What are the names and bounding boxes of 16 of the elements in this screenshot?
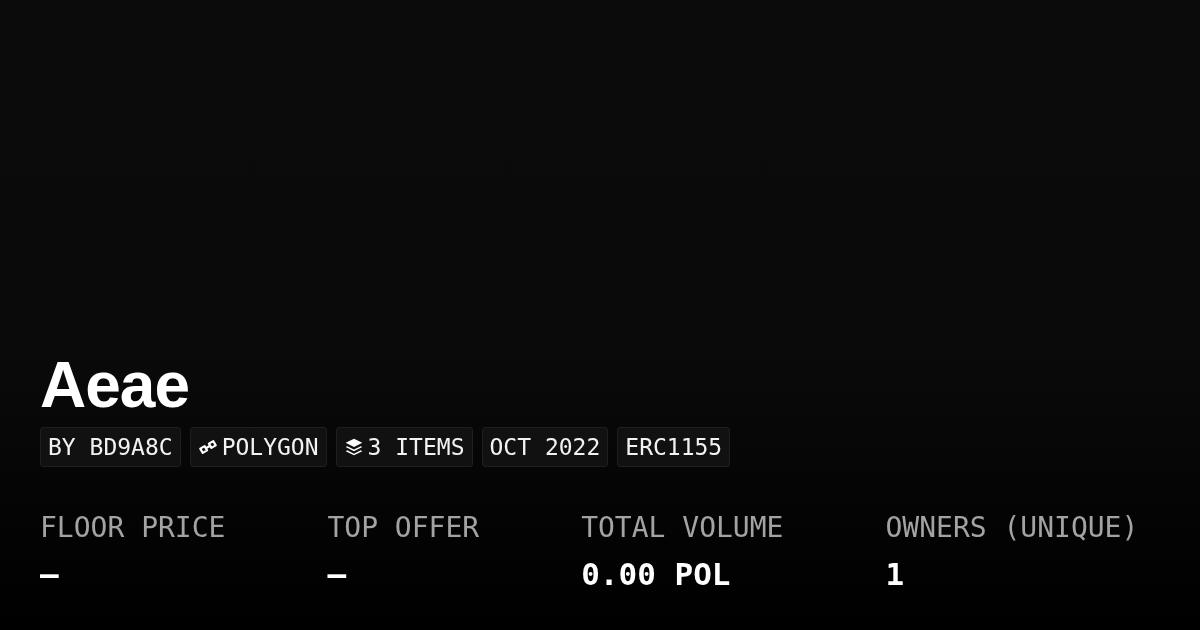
stat-label: TOTAL VOLUME (581, 511, 784, 544)
stat-label: TOP OFFER (327, 511, 480, 544)
stat-value: 0.00 POL (581, 556, 732, 592)
stat-value: 1 (885, 556, 906, 592)
info-tag: BY BD9A8C (40, 427, 181, 467)
stat-label: OWNERS (UNIQUE) (885, 511, 1139, 544)
stat-value: — (327, 556, 348, 592)
stat-value: — (40, 556, 60, 592)
info-tag: POLYGON (189, 427, 327, 467)
collection-title: Aeae (40, 353, 190, 417)
link-icon (197, 437, 218, 457)
info-tag: OCT 2022 (481, 427, 609, 467)
info-tag: ERC1155 (617, 427, 731, 467)
stat-label: FLOOR PRICE (40, 511, 226, 544)
info-tag: 3 ITEMS (335, 427, 473, 467)
layers-icon (343, 437, 364, 457)
